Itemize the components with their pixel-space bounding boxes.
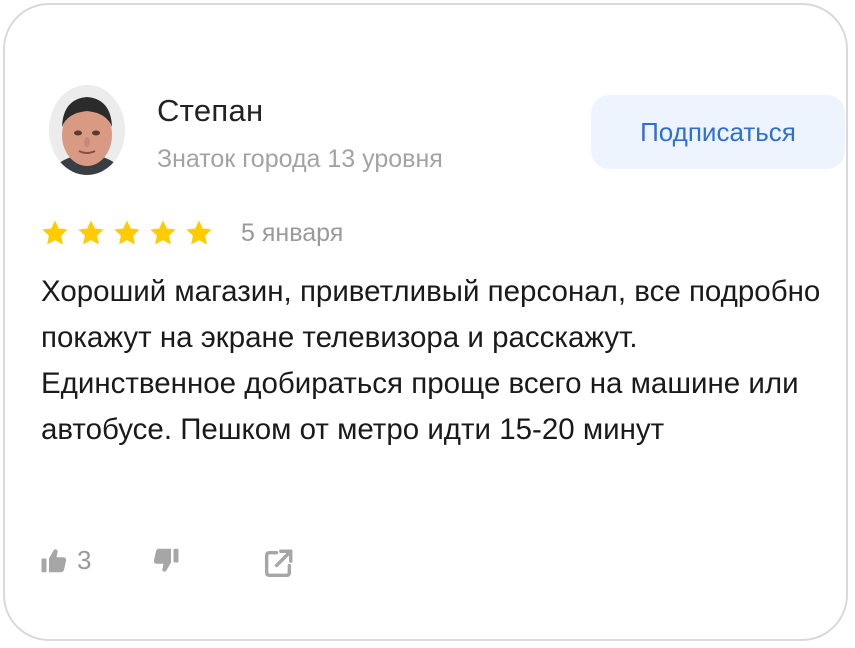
avatar[interactable] bbox=[49, 85, 125, 175]
thumbs-down-icon bbox=[151, 545, 181, 575]
review-card: Степан Знаток города 13 уровня Подписать… bbox=[3, 3, 848, 641]
avatar-photo bbox=[49, 85, 125, 175]
star-icon bbox=[150, 220, 176, 245]
share-button[interactable] bbox=[261, 547, 295, 581]
star-icon bbox=[78, 220, 104, 245]
share-icon bbox=[261, 547, 295, 581]
subscribe-button[interactable]: Подписаться bbox=[591, 95, 845, 169]
dislike-button[interactable] bbox=[151, 545, 181, 575]
like-button[interactable]: 3 bbox=[39, 545, 91, 576]
review-text: Хороший магазин, приветливый персонал, в… bbox=[41, 275, 821, 446]
star-icon bbox=[186, 220, 212, 245]
review-date: 5 января bbox=[241, 219, 344, 247]
thumbs-up-icon bbox=[39, 546, 69, 576]
author-name[interactable]: Степан bbox=[157, 93, 263, 129]
author-level: Знаток города 13 уровня bbox=[157, 145, 443, 173]
star-icon bbox=[114, 220, 140, 245]
like-count: 3 bbox=[77, 545, 92, 575]
star-icon bbox=[42, 220, 68, 245]
rating-stars bbox=[39, 217, 215, 249]
